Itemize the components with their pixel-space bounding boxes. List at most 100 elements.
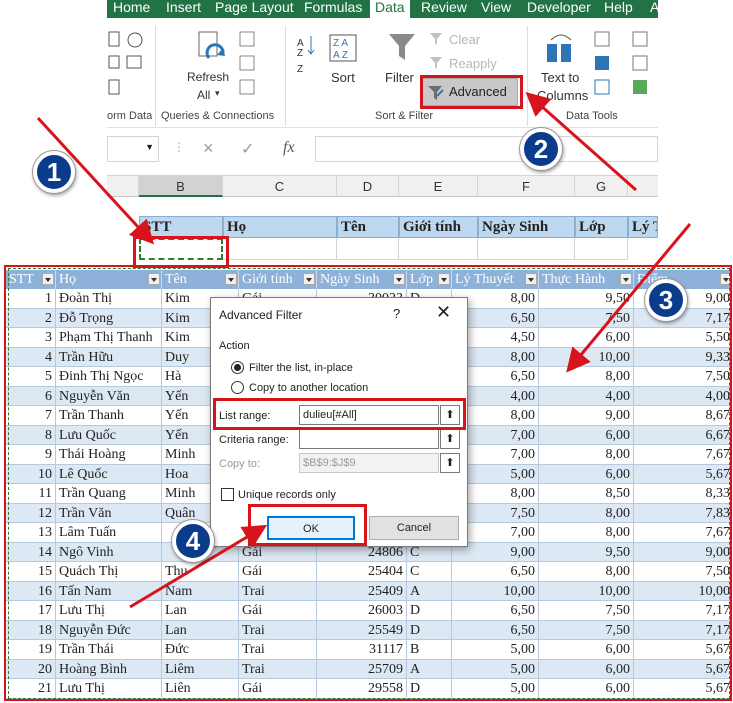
- text-to-columns-label-1[interactable]: Text to: [541, 70, 579, 85]
- column-header-b[interactable]: B: [139, 176, 223, 197]
- table-cell[interactable]: 5,50: [634, 328, 730, 348]
- criteria-cell-c[interactable]: [223, 238, 337, 260]
- table-cell[interactable]: 9,50: [539, 542, 634, 562]
- table-cell[interactable]: 5,00: [452, 679, 539, 699]
- tab-review[interactable]: Review: [421, 0, 467, 16]
- table-cell[interactable]: Nguyễn Đức: [56, 620, 162, 640]
- table-cell[interactable]: 6,67: [634, 426, 730, 445]
- radio-copy-to-location[interactable]: [231, 381, 244, 394]
- table-cell[interactable]: 25549: [317, 620, 407, 640]
- criteria-cell-d[interactable]: [337, 238, 399, 260]
- tab-page-layout[interactable]: Page Layout: [215, 0, 294, 16]
- radio-filter-in-place[interactable]: [231, 361, 244, 374]
- table-cell[interactable]: Gái: [239, 601, 317, 621]
- cancel-button[interactable]: Cancel: [369, 516, 459, 540]
- table-cell[interactable]: Nam: [162, 581, 239, 601]
- column-header-4[interactable]: Ngày Sinh: [317, 270, 407, 289]
- table-cell[interactable]: 8,67: [634, 406, 730, 426]
- table-cell[interactable]: 5: [6, 367, 56, 387]
- column-header-0[interactable]: STT: [6, 270, 56, 289]
- column-header-f[interactable]: F: [478, 176, 575, 197]
- column-header-6[interactable]: Lý Thuyết: [452, 270, 539, 289]
- table-cell[interactable]: 2: [6, 308, 56, 328]
- column-header-e[interactable]: E: [399, 176, 478, 197]
- criteria-header-gioi-tinh[interactable]: Giới tính: [399, 216, 478, 238]
- unique-records-label[interactable]: Unique records only: [238, 489, 336, 501]
- criteria-cell-f[interactable]: [478, 238, 575, 260]
- criteria-range-input[interactable]: [299, 429, 439, 449]
- table-cell[interactable]: D: [407, 620, 452, 640]
- table-cell[interactable]: 7,17: [634, 621, 730, 640]
- table-cell[interactable]: Lê Quốc: [56, 464, 162, 484]
- name-box-dropdown-icon[interactable]: ▼: [145, 142, 154, 152]
- name-box[interactable]: ▼: [107, 136, 159, 162]
- help-icon[interactable]: ?: [393, 306, 400, 321]
- table-cell[interactable]: 6,50: [452, 620, 539, 640]
- table-cell[interactable]: Gái: [239, 562, 317, 582]
- table-cell[interactable]: 4: [6, 347, 56, 367]
- table-cell[interactable]: 5,00: [452, 640, 539, 660]
- table-cell[interactable]: Thái Hoàng: [56, 445, 162, 465]
- criteria-range-collapse-icon[interactable]: ⬆: [440, 429, 460, 449]
- table-cell[interactable]: 9,00: [539, 406, 634, 426]
- formula-input[interactable]: [315, 136, 658, 162]
- table-cell[interactable]: 10,00: [539, 347, 634, 367]
- table-cell[interactable]: Đức: [162, 640, 239, 660]
- refresh-label[interactable]: Refresh: [187, 70, 229, 84]
- filter-dropdown-icon[interactable]: [148, 273, 160, 285]
- table-cell[interactable]: 20: [6, 659, 56, 679]
- table-cell[interactable]: 4,00: [539, 386, 634, 406]
- table-cell[interactable]: Trần Quang: [56, 484, 162, 504]
- form-data-icons[interactable]: [107, 30, 147, 100]
- confirm-formula-icon[interactable]: ✓: [241, 139, 254, 159]
- refresh-all-label[interactable]: All: [197, 88, 210, 102]
- table-cell[interactable]: 13: [6, 523, 56, 543]
- table-cell[interactable]: 19: [6, 640, 56, 660]
- tab-insert[interactable]: Insert: [166, 0, 201, 16]
- table-cell[interactable]: 6,00: [539, 659, 634, 679]
- table-cell[interactable]: 7,50: [539, 308, 634, 328]
- criteria-header-stt[interactable]: STT: [139, 216, 223, 238]
- column-header-7[interactable]: Thực Hành: [539, 270, 634, 289]
- option-copy-label[interactable]: Copy to another location: [249, 382, 368, 394]
- table-cell[interactable]: 10,00: [634, 582, 730, 601]
- sort-label[interactable]: Sort: [331, 70, 355, 85]
- table-cell[interactable]: 29558: [317, 679, 407, 699]
- table-cell[interactable]: 6,00: [539, 679, 634, 699]
- close-icon[interactable]: ✕: [436, 302, 451, 323]
- filter-dropdown-icon[interactable]: [225, 273, 237, 285]
- table-cell[interactable]: Lan: [162, 620, 239, 640]
- tab-data[interactable]: Data: [370, 0, 410, 18]
- table-cell[interactable]: 14: [6, 542, 56, 562]
- data-tools-icons[interactable]: [593, 30, 653, 100]
- table-cell[interactable]: Tấn Nam: [56, 581, 162, 601]
- table-cell[interactable]: 7,50: [634, 562, 730, 582]
- table-cell[interactable]: Trần Hữu: [56, 347, 162, 367]
- table-cell[interactable]: 7: [6, 406, 56, 426]
- table-cell[interactable]: Quách Thị: [56, 562, 162, 582]
- table-cell[interactable]: 7,67: [634, 523, 730, 543]
- table-cell[interactable]: Trần Thái: [56, 640, 162, 660]
- table-cell[interactable]: 7,50: [539, 620, 634, 640]
- table-cell[interactable]: 21: [6, 679, 56, 699]
- table-cell[interactable]: Đỗ Trọng: [56, 308, 162, 328]
- table-cell[interactable]: Ngô Vinh: [56, 542, 162, 562]
- tab-view[interactable]: View: [481, 0, 511, 16]
- column-header-3[interactable]: Giới tính: [239, 270, 317, 289]
- criteria-cell-e[interactable]: [399, 238, 478, 260]
- table-cell[interactable]: Lưu Thị: [56, 679, 162, 699]
- connections-icons[interactable]: [237, 30, 259, 100]
- table-cell[interactable]: 8,33: [634, 484, 730, 504]
- table-cell[interactable]: Lan: [162, 601, 239, 621]
- filter-dropdown-icon[interactable]: [438, 273, 450, 285]
- table-cell[interactable]: 6,50: [452, 601, 539, 621]
- select-all-corner[interactable]: [107, 176, 139, 197]
- table-cell[interactable]: A: [407, 581, 452, 601]
- table-cell[interactable]: 8,00: [539, 503, 634, 523]
- text-to-columns-label-2[interactable]: Columns: [537, 88, 588, 103]
- table-cell[interactable]: 9,33: [634, 348, 730, 367]
- ok-button[interactable]: OK: [267, 516, 355, 540]
- table-cell[interactable]: Trần Thanh: [56, 406, 162, 426]
- table-cell[interactable]: Trai: [239, 620, 317, 640]
- column-header-g[interactable]: G: [575, 176, 628, 197]
